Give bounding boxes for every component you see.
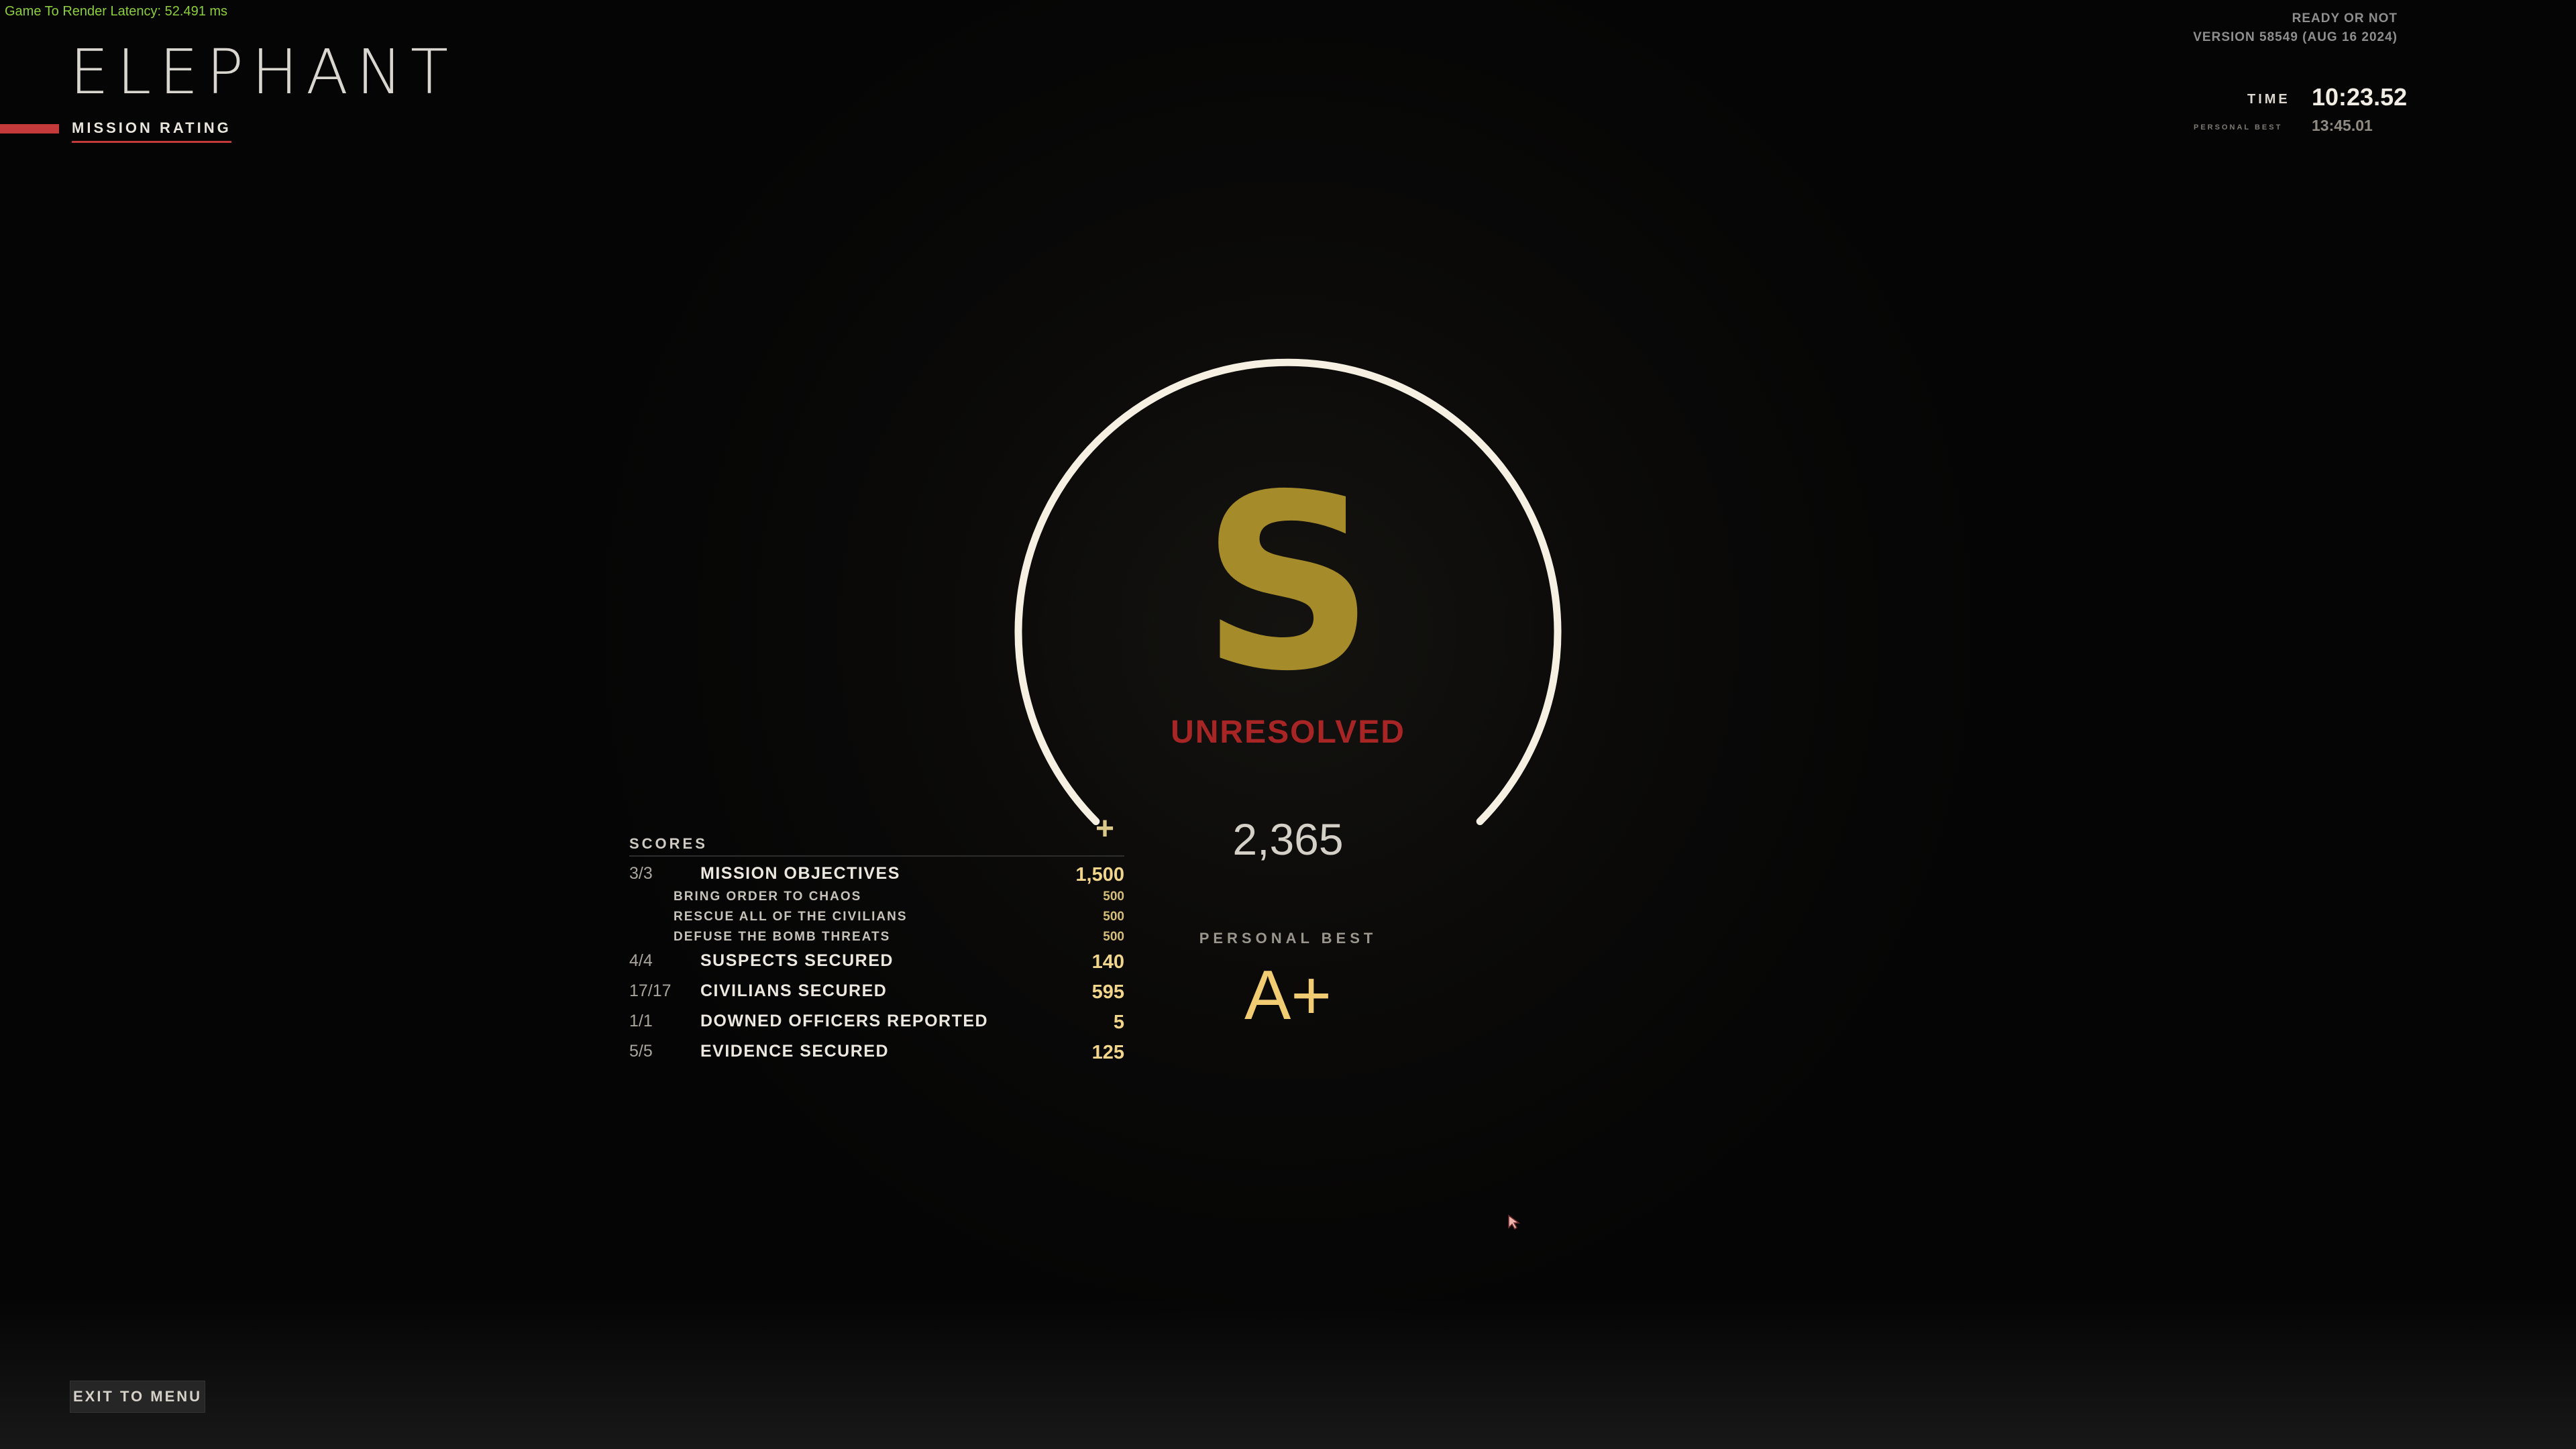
score-label: SUSPECTS SECURED bbox=[700, 951, 894, 970]
objective-label: BRING ORDER TO CHAOS bbox=[674, 890, 862, 904]
game-name: READY OR NOT bbox=[2292, 11, 2398, 25]
score-count: 4/4 bbox=[629, 951, 653, 970]
score-points: 125 bbox=[1091, 1042, 1124, 1063]
mission-status: UNRESOLVED bbox=[1171, 714, 1405, 750]
time-value: 10:23.52 bbox=[2312, 83, 2408, 111]
score-label: EVIDENCE SECURED bbox=[700, 1042, 889, 1061]
score-points: 5 bbox=[1113, 1012, 1124, 1033]
objective-row: RESCUE ALL OF THE CIVILIANS 500 bbox=[674, 910, 1124, 927]
score-label: DOWNED OFFICERS REPORTED bbox=[700, 1012, 989, 1030]
mission-grade: S bbox=[1201, 443, 1375, 724]
tab-mission-rating[interactable]: MISSION RATING bbox=[72, 119, 231, 143]
personal-best-label: PERSONAL BEST bbox=[1199, 930, 1377, 947]
score-points: 1,500 bbox=[1075, 864, 1124, 885]
latency-readout: Game To Render Latency: 52.491 ms bbox=[5, 4, 228, 19]
objective-points: 500 bbox=[1103, 910, 1124, 924]
objective-label: DEFUSE THE BOMB THREATS bbox=[674, 930, 891, 944]
score-points: 595 bbox=[1091, 981, 1124, 1003]
score-row-evidence: 5/5 EVIDENCE SECURED 125 bbox=[629, 1042, 1124, 1069]
version-string: VERSION 58549 (AUG 16 2024) bbox=[2193, 30, 2398, 44]
score-label: CIVILIANS SECURED bbox=[700, 981, 888, 1000]
map-title: ELEPHANT bbox=[70, 36, 457, 108]
time-label: TIME bbox=[2247, 92, 2290, 107]
score-count: 1/1 bbox=[629, 1012, 653, 1030]
objective-row: BRING ORDER TO CHAOS 500 bbox=[674, 890, 1124, 907]
time-personal-best-label: PERSONAL BEST bbox=[2194, 123, 2283, 131]
exit-to-menu-button[interactable]: EXIT TO MENU bbox=[70, 1381, 205, 1413]
score-points: 140 bbox=[1091, 951, 1124, 973]
score-count: 17/17 bbox=[629, 981, 672, 1000]
objective-row: DEFUSE THE BOMB THREATS 500 bbox=[674, 930, 1124, 947]
score-count: 3/3 bbox=[629, 864, 653, 883]
score-row-mission-objectives: 3/3 MISSION OBJECTIVES 1,500 bbox=[629, 864, 1124, 891]
score-label: MISSION OBJECTIVES bbox=[700, 864, 900, 883]
build-info: READY OR NOT VERSION 58549 (AUG 16 2024) bbox=[2193, 9, 2398, 47]
objective-points: 500 bbox=[1103, 890, 1124, 904]
personal-best-grade: A+ bbox=[1244, 957, 1332, 1034]
bottom-gradient bbox=[0, 1301, 2576, 1449]
time-personal-best-value: 13:45.01 bbox=[2312, 117, 2373, 134]
total-score: 2,365 bbox=[1232, 814, 1344, 864]
objective-label: RESCUE ALL OF THE CIVILIANS bbox=[674, 910, 908, 924]
score-row-civilians: 17/17 CIVILIANS SECURED 595 bbox=[629, 981, 1124, 1008]
scores-header: SCORES bbox=[629, 835, 1124, 857]
score-row-suspects: 4/4 SUSPECTS SECURED 140 bbox=[629, 951, 1124, 978]
objective-points: 500 bbox=[1103, 930, 1124, 944]
score-row-downed-officers: 1/1 DOWNED OFFICERS REPORTED 5 bbox=[629, 1012, 1124, 1038]
mouse-cursor-icon bbox=[1508, 1214, 1521, 1230]
tab-accent-bar bbox=[0, 124, 59, 133]
score-count: 5/5 bbox=[629, 1042, 653, 1061]
